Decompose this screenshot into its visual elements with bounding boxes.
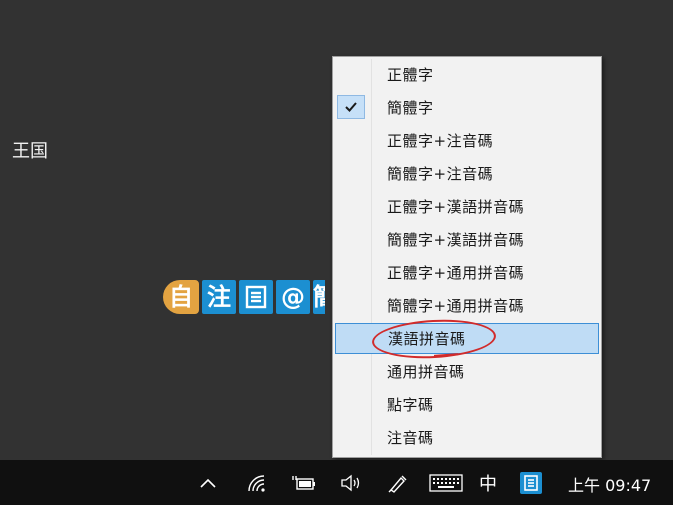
menu-item[interactable]: 正體字+通用拼音碼 [335, 257, 599, 288]
menu-item[interactable]: 正體字+注音碼 [335, 125, 599, 156]
menu-item[interactable]: 注音碼 [335, 422, 599, 453]
output-mode-menu: 正體字簡體字正體字+注音碼 簡體字+注音碼正體字+漢語拼音碼 簡體字+漢語拼音碼 正體… [332, 56, 602, 458]
battery-plug-icon[interactable] [290, 468, 318, 498]
ime-document-icon [520, 472, 542, 494]
menu-item[interactable]: 簡體字 [335, 92, 599, 123]
menu-item-label: 通用拼音碼 [387, 363, 465, 381]
menu-item[interactable]: 漢語拼音碼 [335, 316, 599, 362]
menu-item-label: 簡體字+通用拼音碼 [387, 297, 525, 315]
keyboard-icon[interactable] [428, 468, 464, 498]
document-icon [245, 285, 267, 309]
checkmark-icon [337, 95, 365, 119]
clock[interactable]: 上午 09:47 [568, 472, 651, 496]
ime-mode-button[interactable]: 自 [163, 280, 199, 314]
menu-item[interactable]: 簡體字+通用拼音碼 [335, 290, 599, 321]
pen-icon[interactable] [386, 468, 410, 498]
menu-item[interactable]: 點字碼 [335, 389, 599, 420]
ime-output-mode-button[interactable]: 簡 [313, 280, 325, 314]
ime-phonetic-button[interactable]: 注 [202, 280, 236, 314]
menu-item[interactable]: 正體字 [335, 59, 599, 90]
menu-item-label: 點字碼 [387, 396, 434, 414]
menu-item-label: 簡體字+注音碼 [387, 165, 494, 183]
input-language-indicator[interactable]: 中 [476, 468, 500, 498]
menu-item-label: 簡體字+漢語拼音碼 [387, 231, 525, 249]
menu-item-label: 正體字+漢語拼音碼 [387, 198, 525, 216]
menu-item-label: 注音碼 [387, 429, 434, 447]
ime-fullwidth-button[interactable]: @ [276, 280, 310, 314]
wifi-icon[interactable] [244, 468, 270, 498]
ime-tray-button[interactable] [518, 468, 544, 498]
menu-item-label: 正體字+通用拼音碼 [387, 264, 525, 282]
menu-item[interactable]: 簡體字+注音碼 [335, 158, 599, 189]
menu-item[interactable]: 正體字+漢語拼音碼 [335, 191, 599, 222]
chevron-up-icon[interactable] [196, 468, 220, 498]
menu-item[interactable]: 通用拼音碼 [335, 356, 599, 387]
menu-item-label: 正體字+注音碼 [387, 132, 494, 150]
desktop-label: 王国 [12, 141, 48, 162]
taskbar: 中 上午 09:47 [0, 460, 673, 505]
volume-icon[interactable] [338, 468, 364, 498]
ime-toolbar: 自 注 @ 簡 [163, 279, 325, 315]
menu-item-label: 漢語拼音碼 [388, 330, 466, 348]
ime-soft-keyboard-button[interactable] [239, 280, 273, 314]
menu-item-label: 正體字 [387, 66, 434, 84]
menu-item[interactable]: 簡體字+漢語拼音碼 [335, 224, 599, 255]
menu-item-label: 簡體字 [387, 99, 434, 117]
